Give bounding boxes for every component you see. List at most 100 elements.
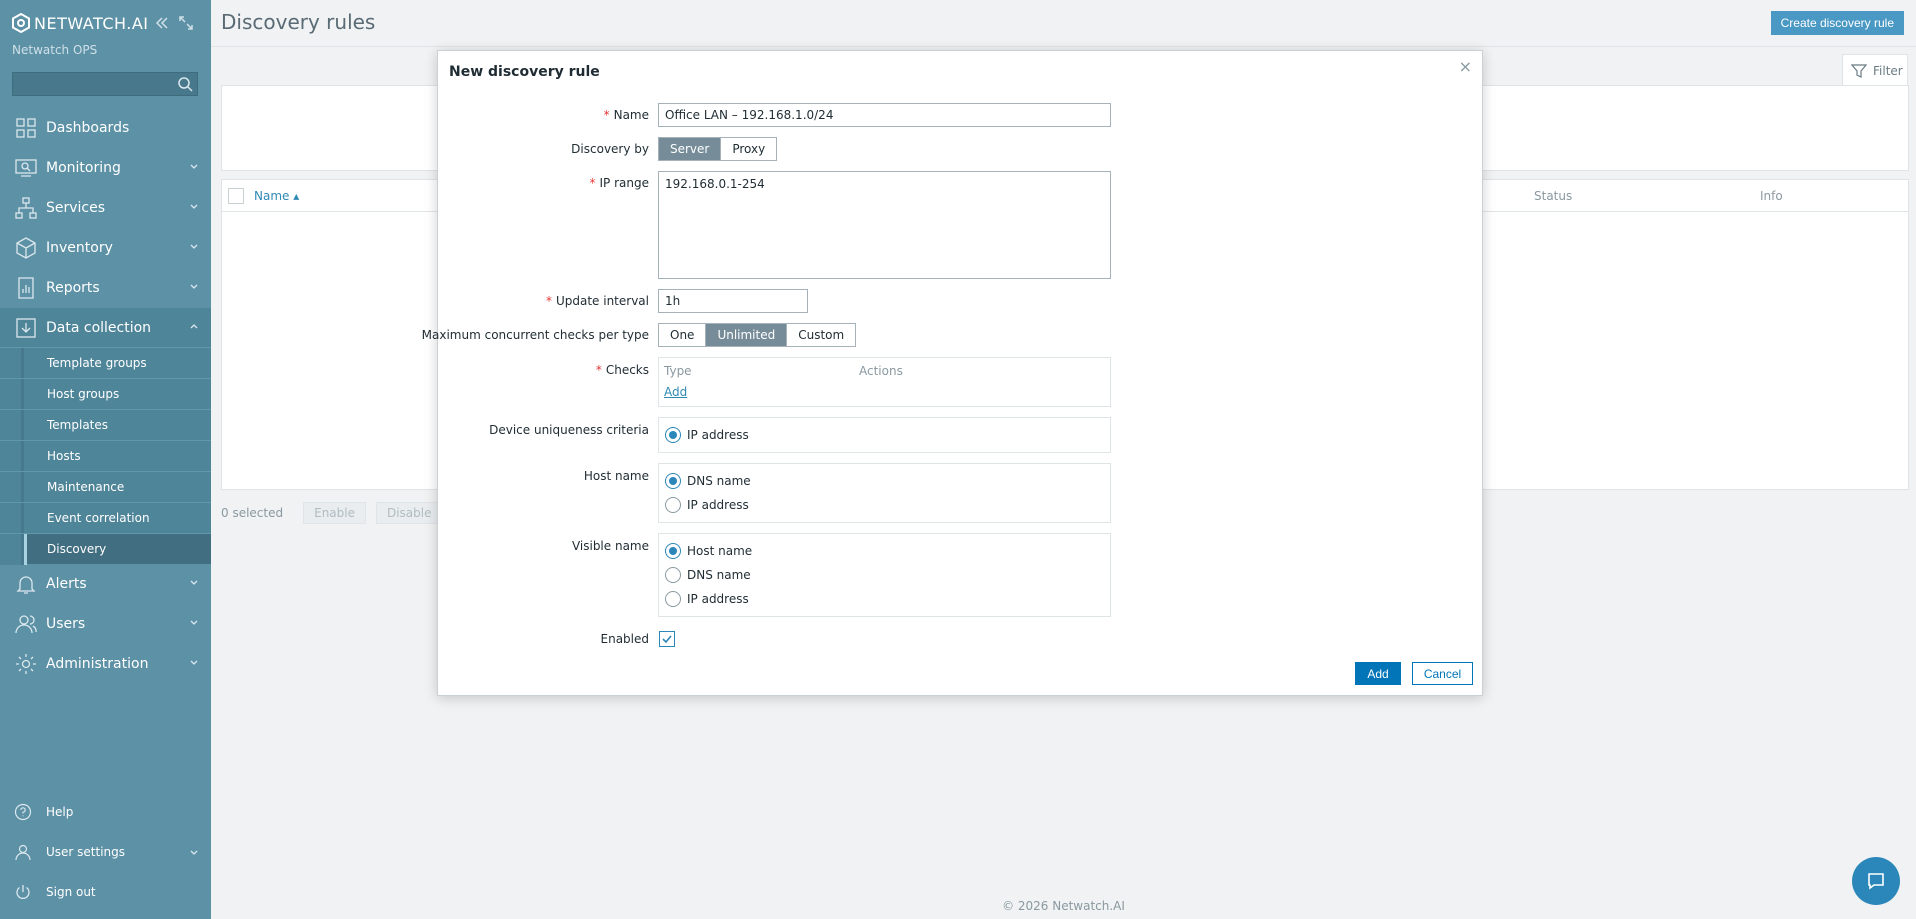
radio-label: IP address bbox=[687, 428, 749, 442]
sidebar-item-label: Monitoring bbox=[46, 160, 121, 176]
enabled-checkbox[interactable] bbox=[659, 631, 675, 647]
sidebar-item-alerts[interactable]: Alerts bbox=[0, 564, 211, 604]
name-input[interactable]: Office LAN – 192.168.1.0/24 bbox=[658, 103, 1111, 127]
discovery-by-server[interactable]: Server bbox=[659, 138, 722, 160]
max-checks-unlimited[interactable]: Unlimited bbox=[706, 324, 788, 346]
sidebar-item-inventory[interactable]: Inventory bbox=[0, 228, 211, 268]
visible-name-ip[interactable]: IP address bbox=[665, 591, 749, 607]
page-footer: © 2026 Netwatch.AI bbox=[1002, 899, 1125, 913]
radio-label: Host name bbox=[687, 544, 753, 558]
sidebar-user-settings[interactable]: User settings bbox=[0, 836, 211, 868]
subnav-indent bbox=[0, 379, 24, 410]
disable-button[interactable]: Disable bbox=[375, 502, 443, 524]
uniqueness-label: Device uniqueness criteria bbox=[489, 423, 649, 437]
sidebar-subitem-host-groups[interactable]: Host groups bbox=[0, 378, 211, 410]
checks-actions-header: Actions bbox=[859, 364, 903, 378]
add-button[interactable]: Add bbox=[1355, 662, 1401, 685]
netwatch-logo-icon bbox=[12, 13, 30, 33]
update-interval-label: * Update interval bbox=[545, 294, 649, 308]
logo[interactable]: NETWATCH.AI bbox=[12, 13, 149, 33]
sidebar-sign-out[interactable]: Sign out bbox=[0, 876, 211, 908]
name-label: * Name bbox=[603, 108, 649, 122]
visible-name-dns[interactable]: DNS name bbox=[665, 567, 751, 583]
discovery-by-proxy[interactable]: Proxy bbox=[721, 138, 776, 160]
visible-name-host[interactable]: Host name bbox=[665, 543, 752, 559]
create-discovery-rule-button[interactable]: Create discovery rule bbox=[1770, 11, 1904, 35]
max-checks-custom[interactable]: Custom bbox=[787, 324, 855, 346]
sidebar-item-label: Data collection bbox=[46, 320, 152, 336]
subitem-label: Hosts bbox=[47, 449, 81, 463]
radio-unselected[interactable] bbox=[665, 567, 681, 583]
users-icon bbox=[15, 615, 37, 634]
subitem-label: Discovery bbox=[47, 542, 107, 556]
sidebar-item-data-collection[interactable]: Data collection bbox=[0, 308, 211, 348]
max-checks-label: Maximum concurrent checks per type bbox=[421, 328, 649, 342]
search-icon[interactable] bbox=[177, 76, 193, 92]
dashboards-icon bbox=[16, 118, 36, 138]
sidebar-item-reports[interactable]: Reports bbox=[0, 268, 211, 308]
radio-label: IP address bbox=[687, 592, 749, 606]
sidebar-item-administration[interactable]: Administration bbox=[0, 644, 211, 684]
add-check-link[interactable]: Add bbox=[664, 385, 687, 399]
max-checks-one[interactable]: One bbox=[659, 324, 707, 346]
radio-unselected[interactable] bbox=[665, 591, 681, 607]
sidebar-subitem-template-groups[interactable]: Template groups bbox=[0, 347, 211, 379]
sidebar-item-label: Alerts bbox=[46, 576, 87, 592]
gear-icon bbox=[16, 654, 36, 674]
sidebar-subitem-templates[interactable]: Templates bbox=[0, 409, 211, 441]
filter-tab[interactable]: Filter bbox=[1842, 54, 1908, 86]
sidebar-subitem-maintenance[interactable]: Maintenance bbox=[0, 471, 211, 503]
sidebar-item-users[interactable]: Users bbox=[0, 604, 211, 644]
column-name-label: Name bbox=[254, 189, 290, 203]
host-name-ip[interactable]: IP address bbox=[665, 497, 749, 513]
subitem-label: Host groups bbox=[47, 387, 120, 401]
update-interval-input[interactable]: 1h bbox=[658, 289, 808, 313]
sidebar-help[interactable]: Help bbox=[0, 796, 211, 828]
sidebar-item-label: Reports bbox=[46, 280, 100, 296]
select-all-checkbox[interactable] bbox=[228, 188, 244, 204]
radio-unselected[interactable] bbox=[665, 497, 681, 513]
sidebar-item-label: Services bbox=[46, 200, 106, 216]
subnav-indent bbox=[0, 410, 24, 441]
kiosk-mode-icon[interactable] bbox=[179, 16, 193, 30]
cancel-button[interactable]: Cancel bbox=[1412, 662, 1473, 685]
checkmark-icon bbox=[662, 635, 672, 644]
sidebar-subitem-event-correlation[interactable]: Event correlation bbox=[0, 502, 211, 534]
radio-selected[interactable] bbox=[665, 427, 681, 443]
mass-action-bar: 0 selected Enable Disable bbox=[221, 502, 443, 524]
subnav-indent bbox=[0, 472, 24, 503]
enable-button[interactable]: Enable bbox=[303, 502, 366, 524]
column-name[interactable]: Name ▴ bbox=[254, 189, 299, 203]
uniqueness-ip-address[interactable]: IP address bbox=[665, 427, 749, 443]
discovery-by-label: Discovery by bbox=[571, 142, 649, 156]
host-name-group: DNS name IP address bbox=[658, 463, 1111, 523]
new-discovery-rule-dialog: New discovery rule × * Name Office LAN – … bbox=[422, 50, 1483, 696]
subnav-indent bbox=[0, 348, 24, 379]
radio-selected[interactable] bbox=[665, 473, 681, 489]
sidebar-item-dashboards[interactable]: Dashboards bbox=[0, 108, 211, 148]
sidebar-subitem-discovery[interactable]: Discovery bbox=[0, 533, 211, 565]
host-name-dns[interactable]: DNS name bbox=[665, 473, 751, 489]
chat-button[interactable] bbox=[1852, 857, 1900, 905]
user-icon bbox=[15, 844, 31, 861]
sidebar-search-input[interactable] bbox=[12, 72, 198, 96]
uniqueness-group: IP address bbox=[658, 417, 1111, 453]
chevron-down-icon bbox=[190, 620, 198, 625]
ip-range-textarea[interactable]: 192.168.0.1-254 bbox=[658, 171, 1111, 279]
help-icon bbox=[14, 803, 32, 821]
radio-label: DNS name bbox=[687, 474, 751, 488]
radio-selected[interactable] bbox=[665, 543, 681, 559]
chevron-down-icon bbox=[190, 244, 198, 249]
close-icon[interactable]: × bbox=[1459, 57, 1472, 76]
sidebar-item-label: Dashboards bbox=[46, 120, 130, 136]
chevron-down-icon bbox=[190, 204, 198, 209]
data-collection-icon bbox=[16, 318, 36, 338]
column-info: Info bbox=[1760, 189, 1783, 203]
sidebar-item-label: Inventory bbox=[46, 240, 113, 256]
sidebar-item-monitoring[interactable]: Monitoring bbox=[0, 148, 211, 188]
enabled-label: Enabled bbox=[600, 632, 650, 646]
collapse-sidebar-icon[interactable] bbox=[155, 16, 169, 30]
header-divider bbox=[211, 46, 1916, 47]
sidebar-subitem-hosts[interactable]: Hosts bbox=[0, 440, 211, 472]
sidebar-item-services[interactable]: Services bbox=[0, 188, 211, 228]
